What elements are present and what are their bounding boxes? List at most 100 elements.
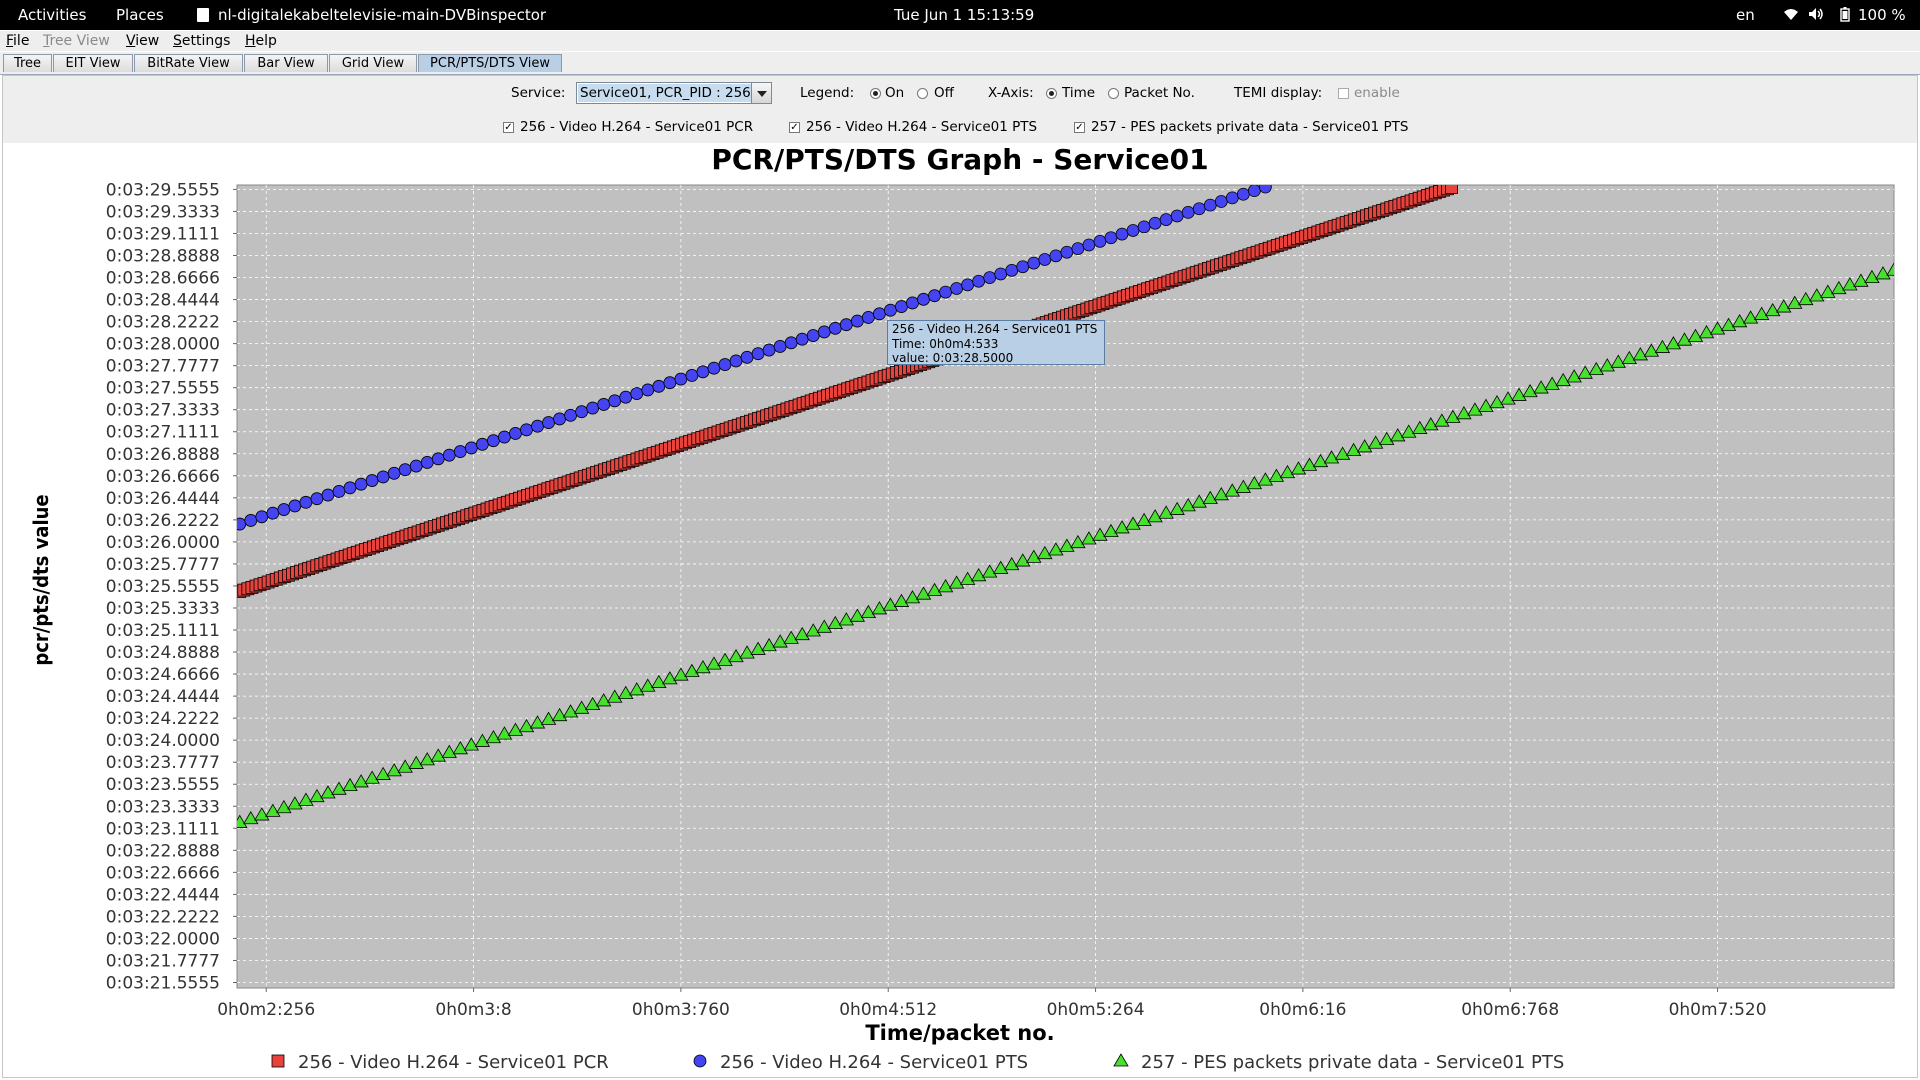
data-point-circle xyxy=(299,495,313,509)
data-point-circle xyxy=(365,474,379,487)
data-point-circle xyxy=(431,452,445,466)
data-point-circle xyxy=(542,416,555,429)
y-tick-label: 0:03:22.0000 xyxy=(106,929,220,949)
data-point-circle xyxy=(553,412,566,426)
data-point-circle xyxy=(1258,185,1272,194)
data-point-circle xyxy=(487,434,500,448)
x-tick-label: 0h0m2:256 xyxy=(217,1000,315,1020)
data-point-circle xyxy=(895,300,908,313)
data-point-circle xyxy=(332,485,346,498)
data-point-circle xyxy=(674,372,688,386)
data-point-circle xyxy=(884,303,897,317)
data-point-circle xyxy=(387,466,401,480)
data-point-circle xyxy=(244,514,258,527)
y-tick-label: 0:03:22.6666 xyxy=(106,863,220,883)
data-point-circle xyxy=(1104,231,1118,245)
data-point-circle xyxy=(1005,263,1019,277)
data-point-circle xyxy=(972,274,986,288)
x-tick-label: 0h0m6:16 xyxy=(1259,1000,1346,1020)
data-point-circle xyxy=(277,503,291,516)
pcr-pts-dts-chart[interactable]: PCR/PTS/DTS Graph - Service01 0:03:21.55… xyxy=(0,0,1920,1080)
data-point-circle xyxy=(1247,185,1261,198)
y-tick-label: 0:03:26.0000 xyxy=(106,533,220,553)
y-tick-label: 0:03:28.0000 xyxy=(106,335,220,355)
y-tick-label: 0:03:29.5555 xyxy=(106,180,220,200)
plot-area[interactable] xyxy=(236,184,1895,989)
data-point-circle xyxy=(961,278,975,292)
y-tick-label: 0:03:26.2222 xyxy=(106,511,220,531)
y-tick-label: 0:03:25.5555 xyxy=(106,577,220,597)
data-point-circle xyxy=(398,463,412,477)
x-axis: 0h0m2:256 0h0m3:8 0h0m3:760 0h0m4:512 0h0m5:… xyxy=(217,988,1767,1020)
data-point-circle xyxy=(1148,216,1162,230)
data-point-circle xyxy=(773,340,787,353)
data-point-circle xyxy=(321,488,335,502)
data-point-circle xyxy=(994,267,1008,281)
legend-marker-square xyxy=(271,1054,285,1068)
data-point-circle xyxy=(1049,249,1063,263)
data-point-circle xyxy=(872,307,886,321)
data-point-circle xyxy=(806,329,820,342)
y-tick-label: 0:03:26.6666 xyxy=(106,467,220,487)
data-point-square xyxy=(1445,185,1458,194)
data-point-circle xyxy=(354,477,368,491)
x-tick-label: 0h0m4:512 xyxy=(839,1000,937,1020)
y-tick-label: 0:03:28.8888 xyxy=(106,247,220,267)
data-point-circle xyxy=(652,379,666,393)
y-tick-label: 0:03:23.1111 xyxy=(106,819,220,839)
data-point-circle xyxy=(850,314,864,328)
y-tick-label: 0:03:21.7777 xyxy=(106,951,220,971)
data-point-circle xyxy=(597,398,611,411)
y-tick-label: 0:03:27.3333 xyxy=(106,401,220,421)
data-point-circle xyxy=(608,394,622,408)
data-point-circle xyxy=(906,296,919,310)
y-tick-label: 0:03:26.4444 xyxy=(106,489,220,509)
y-tick-label: 0:03:24.0000 xyxy=(106,731,220,751)
y-tick-label: 0:03:28.6666 xyxy=(106,269,220,289)
x-tick-label: 0h0m7:520 xyxy=(1669,1000,1767,1020)
legend-label: 257 - PES packets private data - Service… xyxy=(1141,1052,1564,1073)
data-point-circle xyxy=(685,369,699,382)
data-point-circle xyxy=(1038,253,1052,266)
y-tick-label: 0:03:25.3333 xyxy=(106,599,220,619)
data-point-circle xyxy=(1016,260,1030,274)
chart-legend: 256 - Video H.264 - Service01 PCR 256 - V… xyxy=(271,1052,1564,1073)
legend-label: 256 - Video H.264 - Service01 PCR xyxy=(298,1052,609,1073)
x-tick-label: 0h0m6:768 xyxy=(1461,1000,1559,1020)
data-point-circle xyxy=(729,354,743,368)
y-tick-label: 0:03:28.4444 xyxy=(106,291,220,311)
data-point-circle xyxy=(861,311,875,324)
data-point-circle xyxy=(498,430,511,444)
data-point-circle xyxy=(817,325,831,339)
y-tick-label: 0:03:29.3333 xyxy=(106,202,220,222)
data-point-circle xyxy=(707,361,721,375)
data-point-circle xyxy=(1225,191,1239,205)
tooltip-series: 256 - Video H.264 - Service01 PTS xyxy=(892,322,1098,336)
legend-marker-triangle xyxy=(1113,1053,1129,1067)
data-point-circle xyxy=(1093,234,1107,248)
data-point-circle xyxy=(1192,202,1206,216)
y-tick-label: 0:03:24.6666 xyxy=(106,665,220,685)
data-point-circle xyxy=(950,282,963,295)
tooltip-value: value: 0:03:28.5000 xyxy=(892,351,1014,365)
data-point-circle xyxy=(795,332,809,346)
y-tick-label: 0:03:25.7777 xyxy=(106,555,220,575)
x-axis-label: Time/packet no. xyxy=(865,1021,1054,1045)
data-point-circle xyxy=(442,448,456,462)
data-point-circle xyxy=(266,506,280,520)
y-tick-label: 0:03:22.8888 xyxy=(106,841,220,861)
data-point-circle xyxy=(619,390,633,404)
y-tick-label: 0:03:24.8888 xyxy=(106,643,220,663)
data-point-circle xyxy=(453,445,467,458)
data-point-circle xyxy=(983,271,997,284)
data-point-circle xyxy=(1115,227,1129,241)
data-point-circle xyxy=(1126,224,1140,237)
y-tick-label: 0:03:27.7777 xyxy=(106,357,220,377)
data-point-circle xyxy=(1170,209,1184,223)
data-point-circle xyxy=(564,408,578,422)
data-point-circle xyxy=(531,419,544,433)
data-point-circle xyxy=(464,441,478,455)
data-point-circle xyxy=(586,401,600,415)
data-point-circle xyxy=(740,350,754,364)
data-point-circle xyxy=(1071,242,1085,255)
